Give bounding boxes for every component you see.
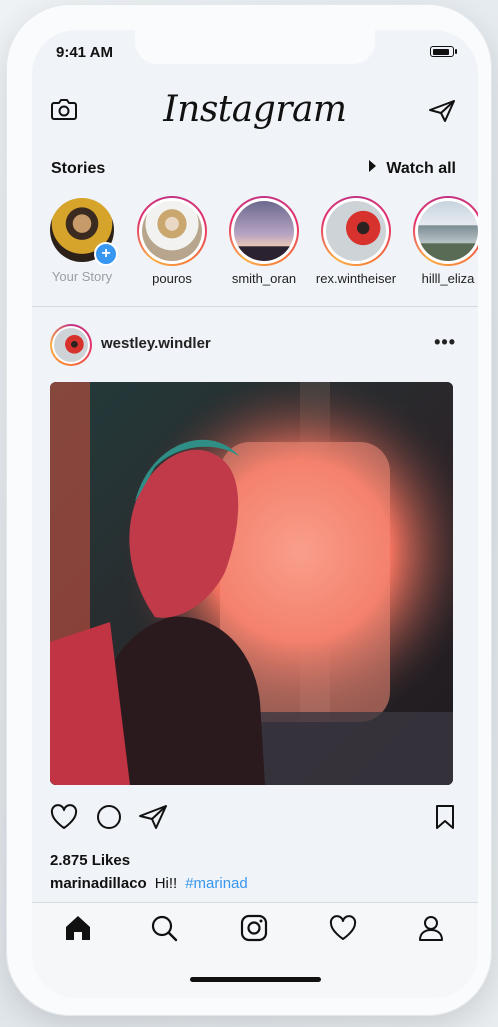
story-rex-wintheiser[interactable]: rex.wintheiser: [311, 196, 401, 286]
more-options-icon[interactable]: •••: [434, 332, 456, 353]
post-header: westley.windler •••: [32, 322, 478, 366]
story-name: smith_oran: [231, 271, 297, 286]
notch: [135, 30, 375, 64]
comment-icon[interactable]: [96, 804, 122, 835]
profile-icon[interactable]: [416, 913, 446, 943]
post-actions: [32, 804, 478, 838]
divider: [32, 306, 478, 307]
bottom-nav: [32, 902, 478, 998]
stories-header: Stories Watch all: [32, 156, 478, 186]
bookmark-icon[interactable]: [434, 804, 456, 835]
caption-text: Hi!!: [154, 875, 178, 892]
avatar: +: [50, 198, 118, 266]
story-name: rex.wintheiser: [315, 271, 397, 286]
home-icon[interactable]: [63, 913, 93, 943]
post-photo[interactable]: [50, 382, 453, 785]
story-hilll-eliza[interactable]: hilll_eliza: [403, 196, 478, 286]
story-name: hilll_eliza: [421, 271, 475, 286]
search-icon[interactable]: [149, 913, 179, 943]
watch-all-label: Watch all: [386, 160, 456, 177]
photo-illustration: [50, 382, 453, 785]
plus-icon[interactable]: +: [94, 242, 118, 266]
battery-icon: [430, 46, 457, 57]
avatar: [234, 201, 294, 261]
avatar: [326, 201, 386, 261]
like-heart-icon[interactable]: [50, 804, 78, 835]
avatar: [418, 201, 478, 261]
heart-icon[interactable]: [328, 913, 358, 943]
caption-hashtag[interactable]: #marinad: [185, 875, 248, 892]
home-indicator[interactable]: [190, 977, 321, 982]
app-screen: 9:41 AM Instagram Stories Watch all + Yo…: [32, 30, 478, 998]
post-avatar[interactable]: [50, 324, 92, 366]
avatar: [54, 328, 88, 362]
instagram-icon[interactable]: [239, 913, 269, 943]
play-icon: [369, 160, 377, 172]
stories-title: Stories: [51, 160, 106, 177]
paper-plane-icon[interactable]: [428, 99, 456, 128]
watch-all-button[interactable]: Watch all: [369, 160, 456, 178]
top-bar: Instagram: [32, 85, 478, 141]
instagram-logo: Instagram: [163, 89, 347, 130]
likes-count: 2.875 Likes: [50, 852, 131, 869]
phone-frame: 9:41 AM Instagram Stories Watch all + Yo…: [6, 4, 492, 1016]
caption-username[interactable]: marinadillaco: [50, 875, 147, 892]
avatar: [142, 201, 202, 261]
stories-row: + Your Story pouros smith_oran rex.winth…: [32, 196, 478, 296]
story-your-story[interactable]: + Your Story: [37, 196, 127, 284]
status-time: 9:41 AM: [56, 44, 113, 61]
post-caption: marinadillaco Hi!! #marinad: [50, 875, 248, 892]
story-smith-oran[interactable]: smith_oran: [219, 196, 309, 286]
story-pouros[interactable]: pouros: [127, 196, 217, 286]
post-username[interactable]: westley.windler: [101, 335, 211, 352]
story-name: Your Story: [51, 269, 113, 284]
story-name: pouros: [152, 271, 192, 286]
share-paper-plane-icon[interactable]: [138, 804, 168, 835]
